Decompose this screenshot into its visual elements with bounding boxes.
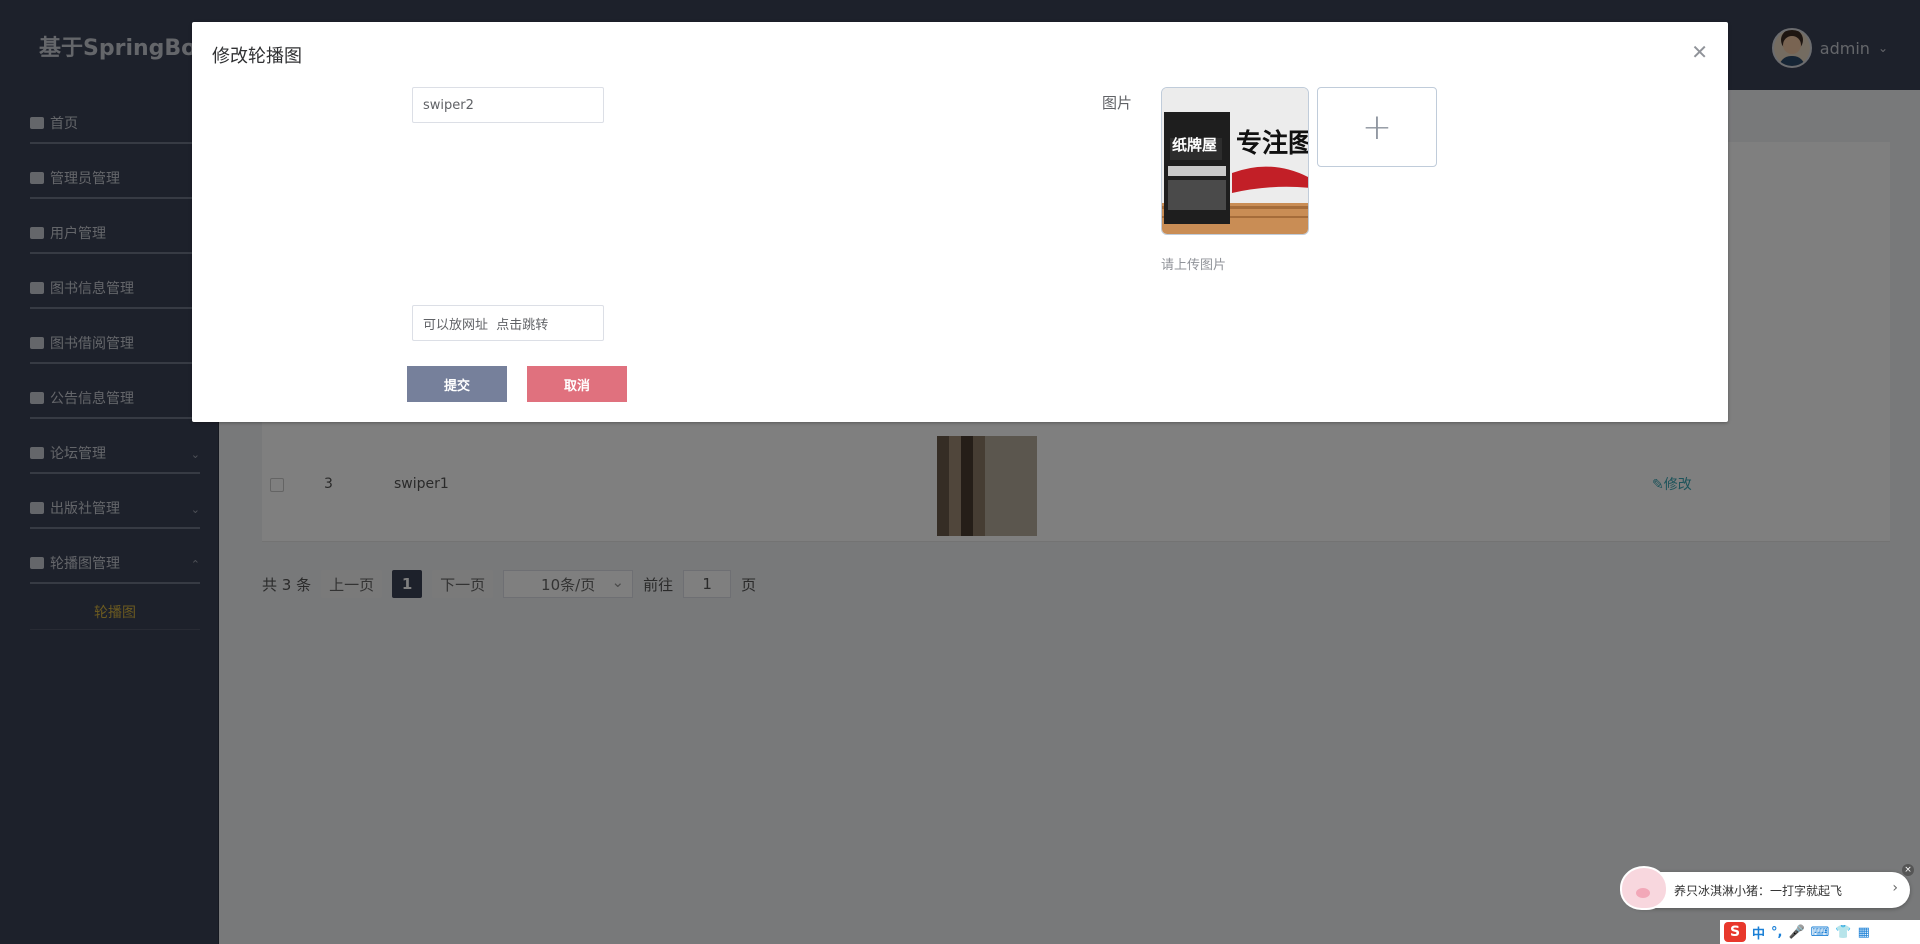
poster-text-right: 专注图 bbox=[1236, 128, 1309, 159]
dialog-title: 修改轮播图 bbox=[212, 46, 302, 67]
ime-toolbar: S 中 °, 🎤 ⌨ 👕 ▦ bbox=[1720, 920, 1920, 944]
pig-mascot-icon bbox=[1620, 866, 1668, 910]
keyboard-icon[interactable]: ⌨ bbox=[1811, 925, 1830, 940]
image-label: 图片 bbox=[1101, 94, 1132, 112]
upload-tip: 请上传图片 bbox=[1161, 258, 1227, 273]
cancel-button[interactable]: 取消 bbox=[527, 366, 627, 402]
ime-hint-popup[interactable]: 养只冰淇淋小猪：一打字就起飞 › × bbox=[1620, 864, 1914, 910]
skin-icon[interactable]: 👕 bbox=[1835, 925, 1851, 940]
toolbox-icon[interactable]: ▦ bbox=[1858, 925, 1870, 940]
uploaded-image-thumbnail[interactable]: 纸牌屋 专注图 bbox=[1161, 87, 1309, 235]
close-icon[interactable]: ✕ bbox=[1691, 40, 1708, 64]
edit-carousel-dialog: 修改轮播图 ✕ *名称 图片 纸牌屋 专注图 + 请上传图片 链接 提交 取消 bbox=[192, 22, 1728, 422]
submit-button[interactable]: 提交 bbox=[407, 366, 507, 402]
link-input[interactable] bbox=[412, 305, 604, 341]
plus-icon: + bbox=[1361, 106, 1393, 148]
ime-lang-toggle[interactable]: 中 bbox=[1752, 923, 1765, 942]
microphone-icon[interactable]: 🎤 bbox=[1788, 925, 1804, 940]
upload-add-button[interactable]: + bbox=[1317, 87, 1437, 167]
poster-text-left: 纸牌屋 bbox=[1172, 136, 1217, 154]
book-poster-image: 纸牌屋 专注图 bbox=[1162, 88, 1309, 234]
ime-hint-text: 养只冰淇淋小猪：一打字就起飞 bbox=[1674, 883, 1843, 898]
chevron-right-icon[interactable]: › bbox=[1892, 880, 1898, 896]
punctuation-icon[interactable]: °, bbox=[1771, 925, 1782, 940]
name-input[interactable] bbox=[412, 87, 604, 123]
close-icon[interactable]: × bbox=[1902, 864, 1914, 876]
sogou-logo-icon[interactable]: S bbox=[1724, 922, 1746, 942]
